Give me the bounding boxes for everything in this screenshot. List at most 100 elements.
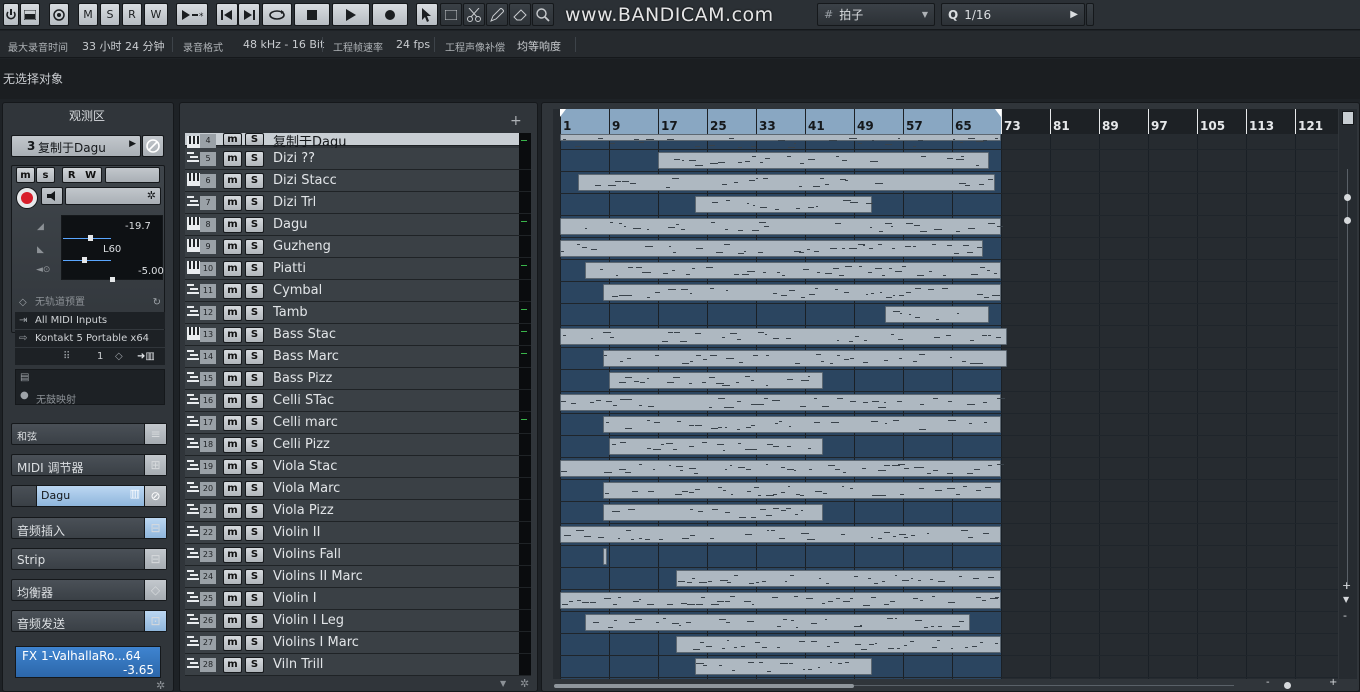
track-row[interactable]: 17 m S Celli marc	[185, 412, 531, 434]
track-row[interactable]: 7 m S Dizi Trl	[185, 192, 531, 214]
midi-part[interactable]	[602, 416, 1001, 433]
midi-part[interactable]	[602, 482, 1001, 499]
track-name[interactable]: Violin I	[273, 591, 317, 606]
midi-part[interactable]	[560, 240, 983, 257]
midi-part[interactable]	[884, 306, 989, 323]
midi-part[interactable]	[560, 134, 1001, 148]
track-solo-button[interactable]: S	[245, 173, 264, 189]
track-solo-button[interactable]: S	[245, 151, 264, 167]
track-solo-button[interactable]: S	[245, 393, 264, 409]
track-name[interactable]: Bass Marc	[273, 349, 339, 364]
track-name[interactable]: Celli Pizz	[273, 437, 330, 452]
delay-value[interactable]: -5.00	[138, 266, 164, 277]
track-row[interactable]: 9 m S Guzheng	[185, 236, 531, 258]
track-solo-button[interactable]: S	[245, 481, 264, 497]
track-solo-button[interactable]: S	[245, 133, 264, 146]
send-level-value[interactable]: -3.65	[123, 663, 154, 677]
split-tool[interactable]	[463, 3, 485, 26]
track-mute-button[interactable]: m	[223, 657, 242, 673]
track-solo-button[interactable]: S	[245, 569, 264, 585]
midi-part[interactable]	[602, 548, 607, 565]
track-row[interactable]: 25 m S Violin I	[185, 588, 531, 610]
midi-part[interactable]	[584, 262, 1001, 279]
pan-law-value[interactable]: 均等响度	[517, 38, 561, 54]
object-selection-tool[interactable]	[416, 3, 438, 26]
track-mute-button[interactable]: m	[223, 525, 242, 541]
window-layout-button[interactable]	[20, 3, 40, 26]
track-name-field[interactable]: 3 复制于Dagu ▶	[11, 135, 141, 157]
track-solo-button[interactable]: S	[245, 437, 264, 453]
inspector-read-write-buttons[interactable]: RW	[62, 167, 102, 183]
draw-tool[interactable]	[486, 3, 508, 26]
track-preset-field[interactable]: ◇ 无轨道预置 ↻	[15, 294, 165, 311]
midi-part[interactable]	[578, 174, 995, 191]
midi-part[interactable]	[694, 196, 873, 213]
track-name[interactable]: Dizi Trl	[273, 195, 316, 210]
track-mute-button[interactable]: m	[223, 283, 242, 299]
track-mute-button[interactable]: m	[223, 151, 242, 167]
track-row[interactable]: 28 m S Viln Trill	[185, 654, 531, 676]
track-solo-button[interactable]: S	[245, 349, 264, 365]
track-solo-button[interactable]: S	[245, 195, 264, 211]
midi-part[interactable]	[676, 636, 1001, 653]
track-name[interactable]: Cymbal	[273, 283, 322, 298]
grid-type-select[interactable]: # 拍子 ▼	[817, 3, 935, 26]
midi-part[interactable]	[584, 614, 971, 631]
max-record-time-value[interactable]: 33 小时 24 分钟	[82, 38, 164, 54]
record-button[interactable]	[372, 3, 408, 26]
edit-instrument-button[interactable]	[142, 135, 164, 157]
midi-part[interactable]	[602, 284, 1001, 301]
global-write-button[interactable]: W	[144, 3, 168, 26]
midi-part[interactable]	[560, 218, 1003, 235]
add-track-icon[interactable]: +	[510, 113, 522, 129]
project-ruler[interactable]: 1 9 17 25 33 41 49 57 65 73 81 89 97 105 113 121	[560, 109, 1338, 134]
pan-fader-handle[interactable]	[82, 257, 87, 263]
midi-part[interactable]	[609, 372, 824, 389]
cycle-end-marker[interactable]	[995, 109, 1001, 117]
track-row[interactable]: 16 m S Celli STac	[185, 390, 531, 412]
automation-slot[interactable]	[105, 167, 160, 183]
midi-part[interactable]	[560, 592, 1001, 609]
zoom-tool[interactable]	[532, 3, 554, 26]
track-row[interactable]: 12 m S Tamb	[185, 302, 531, 324]
track-row[interactable]: 21 m S Viola Pizz	[185, 500, 531, 522]
track-name[interactable]: Viln Trill	[273, 657, 323, 672]
track-mute-button[interactable]: m	[223, 217, 242, 233]
midi-part[interactable]	[658, 152, 989, 169]
record-format-value[interactable]: 48 kHz - 16 Bit	[243, 38, 324, 51]
track-solo-button[interactable]: S	[245, 415, 264, 431]
volume-fader-handle[interactable]	[88, 235, 93, 241]
cycle-start-marker[interactable]	[560, 109, 566, 117]
track-name[interactable]: Violins II Marc	[273, 569, 363, 584]
track-name[interactable]: Piatti	[273, 261, 306, 276]
horizontal-scrollbar[interactable]: - +	[554, 677, 1354, 691]
track-solo-button[interactable]: S	[245, 635, 264, 651]
track-solo-button[interactable]: S	[245, 591, 264, 607]
inspector-mute-button[interactable]: m	[16, 167, 35, 183]
midi-part[interactable]	[694, 658, 873, 675]
track-mute-button[interactable]: m	[223, 239, 242, 255]
send-slot[interactable]: FX 1-ValhallaRo...64 -3.65	[15, 646, 161, 678]
track-mute-button[interactable]: m	[223, 503, 242, 519]
constrain-delay-button[interactable]	[49, 3, 69, 26]
track-name[interactable]: Viola Stac	[273, 459, 337, 474]
frame-rate-value[interactable]: 24 fps	[396, 38, 430, 51]
track-row[interactable]: 23 m S Violins Fall	[185, 544, 531, 566]
track-row[interactable]: 22 m S Violin II	[185, 522, 531, 544]
track-mute-button[interactable]: m	[223, 547, 242, 563]
track-name[interactable]: Dagu	[273, 217, 307, 232]
track-row[interactable]: 10 m S Piatti	[185, 258, 531, 280]
track-mute-button[interactable]: m	[223, 173, 242, 189]
range-selection-tool[interactable]	[440, 3, 462, 26]
scroll-down-arrow-icon[interactable]: ▼	[500, 679, 506, 688]
track-name[interactable]: Dizi Stacc	[273, 173, 337, 188]
track-solo-button[interactable]: S	[245, 327, 264, 343]
track-row[interactable]: 13 m S Bass Stac	[185, 324, 531, 346]
midi-input-select[interactable]: ⇥ All MIDI Inputs	[15, 312, 165, 329]
quantize-select[interactable]: Q 1/16 ▶	[941, 3, 1085, 26]
track-mute-button[interactable]: m	[223, 437, 242, 453]
track-mute-button[interactable]: m	[223, 591, 242, 607]
monitor-button[interactable]	[41, 187, 63, 205]
cycle-button[interactable]	[262, 3, 292, 26]
track-solo-button[interactable]: S	[245, 371, 264, 387]
